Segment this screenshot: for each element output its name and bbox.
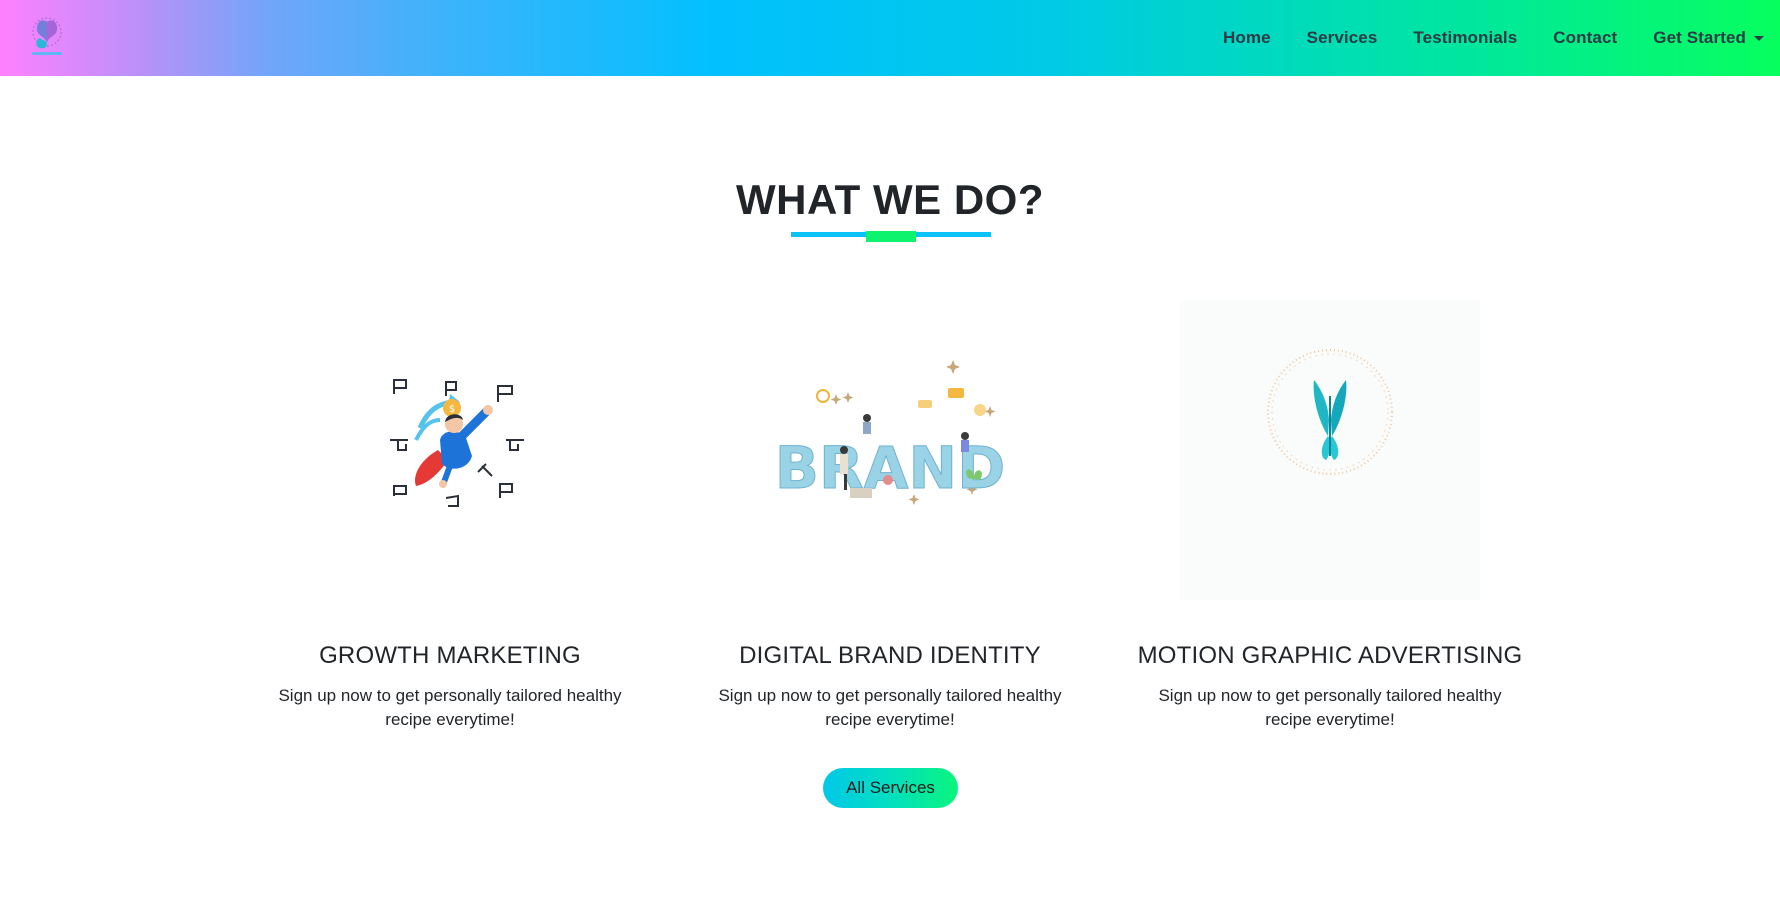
service-card-digital-brand-identity: BRAND DIGITAL BRAND IDENTITY Sign up now…: [680, 300, 1100, 732]
butterfly-logo-icon: [32, 17, 62, 55]
nav-services[interactable]: Services: [1307, 28, 1378, 48]
service-description: Sign up now to get personally tailored h…: [278, 686, 622, 729]
brand-logo[interactable]: [24, 12, 70, 58]
service-card-growth-marketing: $ GROWTH MARKETING Sign up now to get pe…: [240, 300, 660, 732]
nav-testimonials[interactable]: Testimonials: [1413, 28, 1517, 48]
nav-get-started-label: Get Started: [1653, 28, 1746, 47]
service-title: GROWTH MARKETING: [319, 642, 581, 669]
navbar: Home Services Testimonials Contact Get S…: [0, 0, 1780, 76]
growth-marketing-illustration: $: [300, 300, 600, 600]
butterfly-logo-illustration: [1180, 300, 1480, 600]
brand-identity-illustration: BRAND: [740, 300, 1040, 600]
service-title: MOTION GRAPHIC ADVERTISING: [1137, 642, 1523, 669]
nav-contact[interactable]: Contact: [1553, 28, 1617, 48]
svg-text:$: $: [449, 404, 455, 415]
title-underline-accent: [866, 231, 916, 242]
svg-text:BRAND: BRAND: [775, 434, 1005, 502]
service-description: Sign up now to get personally tailored h…: [718, 686, 1062, 729]
nav-get-started-dropdown[interactable]: Get Started: [1653, 28, 1764, 48]
service-description: Sign up now to get personally tailored h…: [1158, 686, 1502, 729]
chevron-down-icon: [1754, 35, 1764, 41]
all-services-button[interactable]: All Services: [823, 768, 958, 808]
service-title: DIGITAL BRAND IDENTITY: [739, 642, 1041, 669]
section-title: WHAT WE DO?: [736, 176, 1044, 223]
nav-links: Home Services Testimonials Contact Get S…: [1187, 0, 1780, 76]
nav-home[interactable]: Home: [1223, 28, 1271, 48]
service-card-motion-graphic-advertising: MOTION GRAPHIC ADVERTISING Sign up now t…: [1120, 300, 1540, 732]
